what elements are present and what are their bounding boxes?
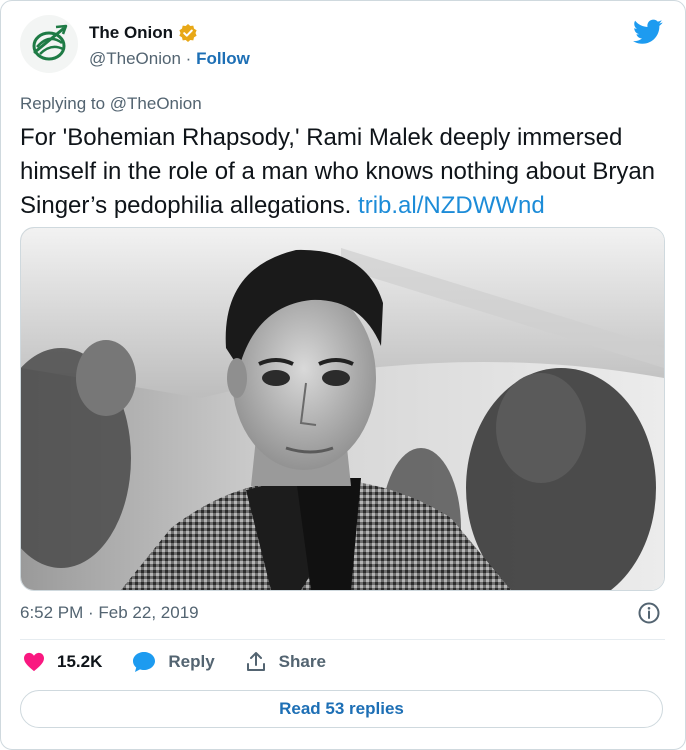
info-icon[interactable] — [637, 601, 661, 630]
reply-context[interactable]: Replying to @TheOnion — [20, 94, 202, 114]
follow-button[interactable]: Follow — [196, 49, 250, 68]
handle-separator: · — [185, 49, 192, 68]
photo-image — [21, 228, 664, 590]
share-icon — [246, 652, 265, 671]
avatar[interactable] — [20, 15, 78, 73]
reply-bubble-icon — [133, 652, 156, 672]
author-handle-row: @TheOnion · Follow — [89, 49, 250, 69]
onion-logo-icon — [32, 24, 68, 61]
reply-button[interactable]: Reply — [132, 651, 215, 673]
tweet-photo[interactable] — [20, 227, 665, 591]
heart-icon — [24, 652, 44, 672]
divider — [20, 639, 665, 640]
share-label: Share — [278, 652, 326, 671]
tweet-card: The Onion @TheOnion · Follow Replying to… — [0, 0, 686, 750]
read-replies-button[interactable]: Read 53 replies — [20, 690, 663, 728]
verified-badge-icon — [179, 24, 197, 42]
tweet-text: For 'Bohemian Rhapsody,' Rami Malek deep… — [20, 121, 670, 223]
author-handle[interactable]: @TheOnion — [89, 49, 181, 68]
tweet-link[interactable]: trib.al/NZDWWnd — [358, 192, 545, 219]
action-bar: 15.2K Reply Share — [23, 651, 356, 673]
like-button[interactable]: 15.2K — [23, 652, 102, 672]
like-count: 15.2K — [57, 652, 103, 671]
author-name[interactable]: The Onion — [89, 23, 173, 43]
share-button[interactable]: Share — [245, 651, 326, 673]
twitter-bird-icon[interactable] — [633, 19, 663, 50]
reply-label: Reply — [168, 652, 215, 671]
author-name-row: The Onion — [89, 23, 198, 43]
tweet-timestamp[interactable]: 6:52 PM · Feb 22, 2019 — [20, 603, 199, 623]
tweet-body: For 'Bohemian Rhapsody,' Rami Malek deep… — [20, 124, 656, 219]
